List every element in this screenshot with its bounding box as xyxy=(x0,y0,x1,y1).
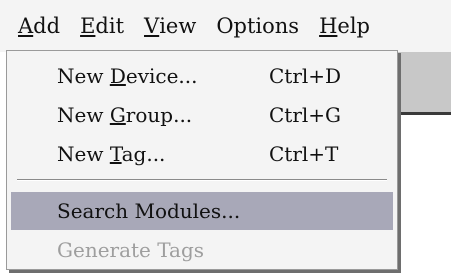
shortcut-text: Ctrl+D xyxy=(269,64,342,88)
menu-help-rest: elp xyxy=(337,14,370,38)
menu-add[interactable]: Add xyxy=(0,0,71,52)
menu-item-label: New Group... xyxy=(57,103,193,127)
menu-bar: Add Edit View Options Help xyxy=(0,0,451,52)
menu-item-label: Generate Tags xyxy=(57,238,205,262)
menu-options-label: Options xyxy=(216,14,300,38)
menu-help[interactable]: Help xyxy=(309,0,380,52)
background-toolbar-area xyxy=(398,52,451,114)
menu-separator xyxy=(17,179,387,181)
menu-item-new-group[interactable]: New Group... Ctrl+G xyxy=(11,96,393,134)
menu-view-rest: iew xyxy=(159,14,197,38)
menu-item-search-modules[interactable]: Search Modules... xyxy=(11,192,393,230)
menu-item-new-tag[interactable]: New Tag... Ctrl+T xyxy=(11,135,393,173)
background-divider xyxy=(398,112,451,115)
menu-item-label: New Device... xyxy=(57,64,198,88)
menu-item-label: New Tag... xyxy=(57,142,166,166)
menu-edit-rest: dit xyxy=(95,14,125,38)
menu-item-generate-tags[interactable]: Generate Tags xyxy=(11,231,393,269)
menu-item-label: Search Modules... xyxy=(57,199,241,223)
add-menu-dropdown: New Device... Ctrl+D New Group... Ctrl+G… xyxy=(6,50,398,270)
menu-add-mnemonic: A xyxy=(18,14,34,38)
app-window: Add Edit View Options Help New Device...… xyxy=(0,0,451,274)
shortcut-text: Ctrl+G xyxy=(269,103,342,127)
shortcut-text: Ctrl+T xyxy=(269,142,339,166)
menu-add-rest: dd xyxy=(33,14,61,38)
menu-options[interactable]: Options xyxy=(206,0,309,52)
menu-help-mnemonic: H xyxy=(319,14,338,38)
menu-edit-mnemonic: E xyxy=(80,14,96,38)
menu-item-new-device[interactable]: New Device... Ctrl+D xyxy=(11,57,393,95)
menu-view[interactable]: View xyxy=(134,0,206,52)
menu-edit[interactable]: Edit xyxy=(70,0,134,52)
menu-view-mnemonic: V xyxy=(144,14,160,38)
